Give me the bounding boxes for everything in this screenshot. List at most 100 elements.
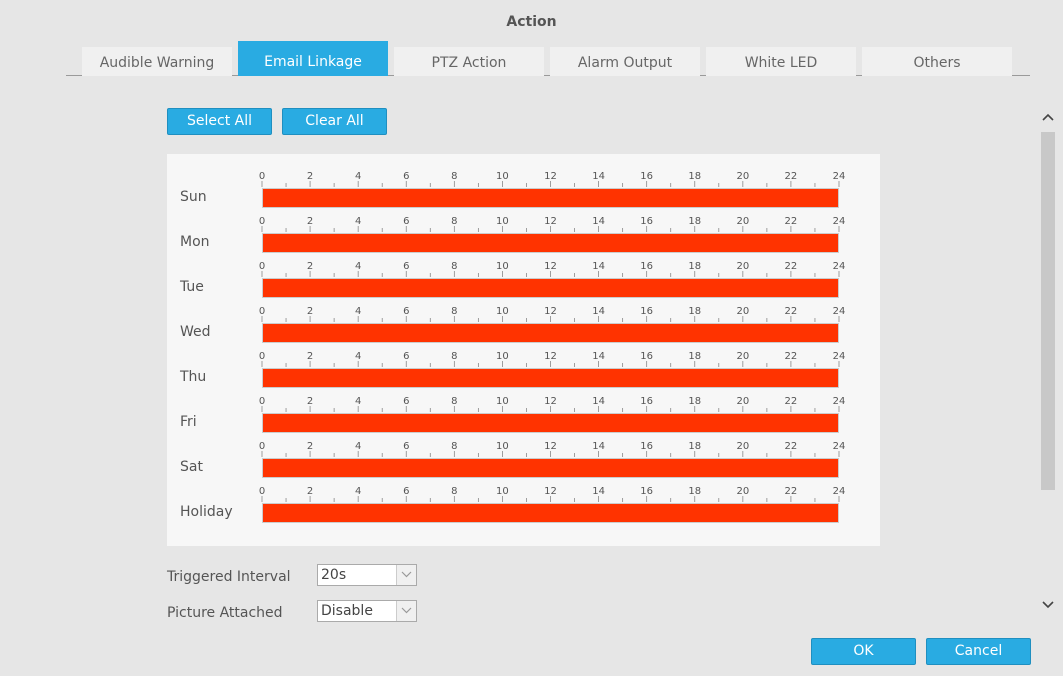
hour-tick-label: 8 [451,306,457,317]
day-schedule-bar[interactable] [262,323,839,343]
hour-tick-label: 24 [833,441,846,452]
hour-tick-label: 18 [688,261,701,272]
hour-tick-label: 12 [544,351,557,362]
hour-tick-label: 0 [259,486,265,497]
triggered-interval-label: Triggered Interval [167,569,291,585]
hour-tick-label: 16 [640,261,653,272]
select-all-button[interactable]: Select All [167,108,272,135]
hour-tick-label: 12 [544,486,557,497]
scheduled-range[interactable] [263,414,838,432]
picture-attached-value: Disable [321,603,373,619]
hour-tick-label: 18 [688,216,701,227]
hour-tick-label: 20 [736,396,749,407]
hour-tick-label: 8 [451,216,457,227]
hour-tick-label: 16 [640,396,653,407]
hour-tick-label: 12 [544,261,557,272]
day-schedule-bar[interactable] [262,278,839,298]
hour-tick-label: 20 [736,306,749,317]
hour-tick-label: 22 [785,306,798,317]
day-schedule-bar[interactable] [262,188,839,208]
hour-tick-label: 6 [403,216,409,227]
hour-tick-label: 22 [785,351,798,362]
hour-tick-label: 22 [785,486,798,497]
hour-tick-label: 22 [785,261,798,272]
scheduled-range[interactable] [263,459,838,477]
hour-tick-label: 2 [307,486,313,497]
chevron-down-icon[interactable] [1040,598,1056,614]
scheduled-range[interactable] [263,279,838,297]
tab-white-led[interactable]: White LED [706,47,856,76]
day-schedule-bar[interactable] [262,413,839,433]
triggered-interval-select[interactable]: 20s [317,564,417,586]
hour-tick-label: 24 [833,306,846,317]
triggered-interval-value: 20s [321,567,347,583]
tab-email-linkage[interactable]: Email Linkage [238,41,388,76]
hour-tick-label: 12 [544,216,557,227]
day-schedule-bar[interactable] [262,368,839,388]
hour-tick-label: 2 [307,306,313,317]
tab-audible-warning[interactable]: Audible Warning [82,47,232,76]
hour-tick-label: 24 [833,396,846,407]
hour-tick-label: 20 [736,261,749,272]
hour-tick-label: 10 [496,396,509,407]
weekly-schedule: 0 2 4 6 8 10 12 14 16 18 20 22 24 0 2 4 6 8 10 12 14 16 18 20 22… [167,154,880,546]
hour-tick-label: 0 [259,351,265,362]
hour-tick-label: 10 [496,261,509,272]
scheduled-range[interactable] [263,369,838,387]
vertical-scrollbar[interactable] [1040,98,1056,628]
chevron-up-icon[interactable] [1040,110,1056,126]
hour-tick-label: 2 [307,396,313,407]
hour-tick-label: 12 [544,306,557,317]
cancel-button[interactable]: Cancel [926,638,1031,665]
hour-tick-label: 6 [403,396,409,407]
tab-others[interactable]: Others [862,47,1012,76]
clear-all-button[interactable]: Clear All [282,108,387,135]
scheduled-range[interactable] [263,189,838,207]
hour-tick-label: 0 [259,306,265,317]
hour-tick-label: 24 [833,351,846,362]
hour-tick-label: 14 [592,261,605,272]
day-label: Thu [180,369,207,385]
hour-tick-label: 12 [544,171,557,182]
hour-tick-label: 8 [451,441,457,452]
hour-tick-label: 2 [307,441,313,452]
picture-attached-select[interactable]: Disable [317,600,417,622]
scheduled-range[interactable] [263,234,838,252]
day-label: Mon [180,234,210,250]
hour-tick-label: 14 [592,486,605,497]
day-schedule-bar[interactable] [262,458,839,478]
dialog-title: Action [506,14,557,30]
day-label: Holiday [180,504,233,520]
day-schedule-bar[interactable] [262,233,839,253]
hour-tick-label: 16 [640,351,653,362]
hour-tick-label: 20 [736,216,749,227]
hour-tick-label: 16 [640,306,653,317]
hour-tick-label: 14 [592,171,605,182]
scheduled-range[interactable] [263,324,838,342]
hour-tick-label: 10 [496,486,509,497]
hour-tick-label: 6 [403,486,409,497]
tab-bar: Audible Warning Email Linkage PTZ Action… [66,41,1030,77]
chevron-down-icon [396,565,416,585]
scheduled-range[interactable] [263,504,838,522]
day-schedule-bar[interactable] [262,503,839,523]
hour-tick-label: 8 [451,171,457,182]
hour-tick-label: 4 [355,396,361,407]
tab-ptz-action[interactable]: PTZ Action [394,47,544,76]
hour-tick-label: 4 [355,351,361,362]
hour-tick-label: 24 [833,216,846,227]
hour-tick-label: 10 [496,306,509,317]
hour-tick-label: 16 [640,171,653,182]
hour-tick-label: 10 [496,441,509,452]
scrollbar-thumb[interactable] [1041,132,1055,490]
hour-tick-label: 18 [688,306,701,317]
picture-attached-label: Picture Attached [167,605,283,621]
ok-button[interactable]: OK [811,638,916,665]
hour-tick-label: 14 [592,441,605,452]
day-label: Fri [180,414,197,430]
hour-tick-label: 22 [785,396,798,407]
hour-tick-label: 2 [307,351,313,362]
hour-tick-label: 12 [544,396,557,407]
tab-alarm-output[interactable]: Alarm Output [550,47,700,76]
hour-tick-label: 6 [403,171,409,182]
